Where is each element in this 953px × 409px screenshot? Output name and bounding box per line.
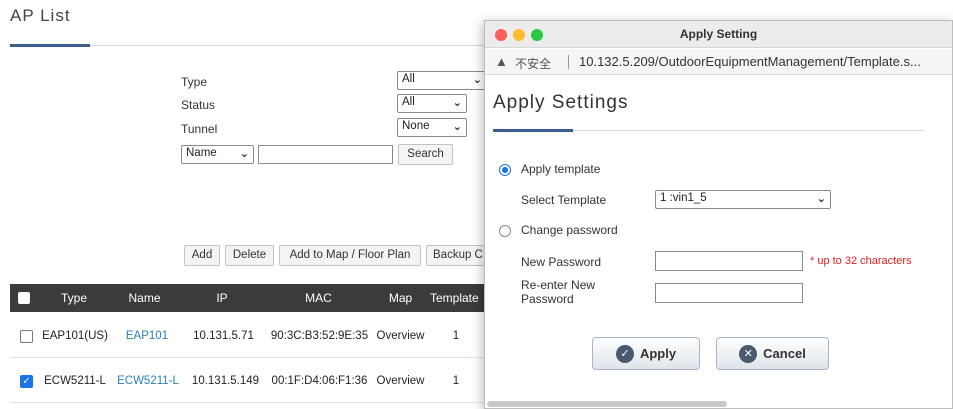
reenter-password-input[interactable] [655, 283, 803, 303]
apply-template-label: Apply template [521, 162, 601, 176]
search-button[interactable]: Search [398, 144, 453, 165]
tunnel-filter-select[interactable]: None ⌄ [397, 118, 467, 137]
row-mac: 90:3C:B3:52:9E:35 [270, 330, 369, 342]
row-checkbox[interactable] [20, 330, 33, 343]
row-template: 1 [452, 330, 460, 342]
row-name-link[interactable]: EAP101 [112, 314, 182, 358]
table-row[interactable]: EAP101(US) EAP101 10.131.5.71 90:3C:B3:5… [10, 314, 490, 358]
add-button[interactable]: Add [184, 245, 220, 266]
type-filter-value: All [402, 73, 415, 85]
new-password-label: New Password [521, 255, 602, 269]
row-name-link[interactable]: ECW5211-L [112, 359, 184, 403]
change-password-radio[interactable] [499, 225, 511, 237]
delete-button[interactable]: Delete [225, 245, 274, 266]
row-map: Overview [376, 375, 425, 387]
column-header-name[interactable]: Name [112, 284, 177, 312]
column-header-ip[interactable]: IP [182, 284, 262, 312]
address-bar[interactable]: ▲ 不安全 10.132.5.209/OutdoorEquipmentManag… [485, 49, 952, 75]
row-checkbox-checked[interactable]: ✓ [20, 375, 33, 388]
row-type: EAP101(US) [42, 330, 108, 342]
url-text: 10.132.5.209/OutdoorEquipmentManagement/… [579, 54, 921, 69]
apply-setting-window: Apply Setting ▲ 不安全 10.132.5.209/Outdoor… [484, 20, 953, 409]
backup-button[interactable]: Backup C [426, 245, 488, 266]
address-separator [568, 55, 569, 69]
select-template-label: Select Template [521, 193, 607, 207]
window-titlebar[interactable]: Apply Setting [485, 21, 952, 48]
column-header-type[interactable]: Type [40, 284, 108, 312]
warning-triangle-icon: ▲ [495, 54, 508, 69]
column-header-map[interactable]: Map [373, 284, 428, 312]
ap-table-header: Type Name IP MAC Map Template [10, 284, 490, 312]
dialog-heading: Apply Settings [493, 92, 629, 113]
search-input[interactable] [258, 145, 393, 164]
tunnel-filter-value: None [402, 120, 430, 132]
tunnel-filter-label: Tunnel [181, 122, 218, 136]
heading-divider [573, 130, 925, 131]
apply-button-label: Apply [639, 346, 677, 361]
password-length-hint: * up to 32 characters [810, 255, 912, 267]
search-field-select[interactable]: Name ⌄ [181, 145, 254, 164]
row-type: ECW5211-L [44, 375, 106, 387]
row-mac: 00:1F:D4:06:F1:36 [271, 375, 368, 387]
change-password-label: Change password [521, 223, 618, 237]
status-filter-select[interactable]: All ⌄ [397, 94, 467, 113]
chevron-down-icon: ⌄ [452, 97, 462, 109]
select-all-checkbox[interactable] [18, 292, 30, 304]
reenter-password-label: Re-enter New Password [521, 278, 596, 306]
cancel-button[interactable]: ✕ Cancel [716, 337, 829, 370]
cancel-button-label: Cancel [763, 346, 806, 361]
chevron-down-icon: ⌄ [239, 148, 249, 160]
column-header-template[interactable]: Template [430, 284, 490, 312]
chevron-down-icon: ⌄ [816, 193, 826, 205]
status-filter-label: Status [181, 98, 216, 112]
select-template-dropdown[interactable]: 1 :vin1_5 ⌄ [655, 190, 831, 209]
horizontal-scrollbar[interactable] [487, 401, 727, 407]
row-template: 1 [452, 375, 460, 387]
heading-underline [493, 129, 573, 132]
table-row[interactable]: ✓ ECW5211-L ECW5211-L 10.131.5.149 00:1F… [10, 359, 490, 403]
chevron-down-icon: ⌄ [452, 121, 462, 133]
column-header-mac[interactable]: MAC [266, 284, 371, 312]
check-circle-icon: ✓ [615, 344, 634, 363]
add-to-map-button[interactable]: Add to Map / Floor Plan [279, 245, 421, 266]
type-filter-label: Type [181, 75, 208, 89]
apply-button[interactable]: ✓ Apply [592, 337, 700, 370]
search-field-value: Name [186, 147, 217, 159]
insecure-label: 不安全 [515, 57, 552, 71]
row-ip: 10.131.5.71 [193, 330, 254, 342]
title-divider [90, 45, 490, 46]
new-password-input[interactable] [655, 251, 803, 271]
type-filter-select[interactable]: All ⌄ [397, 71, 487, 90]
window-title: Apply Setting [679, 27, 758, 41]
title-underline [10, 44, 90, 47]
apply-template-radio[interactable] [499, 164, 511, 176]
page-title: AP List [10, 6, 71, 25]
status-filter-value: All [402, 96, 415, 108]
chevron-down-icon: ⌄ [472, 74, 482, 86]
close-circle-icon: ✕ [739, 344, 758, 363]
row-map: Overview [376, 330, 425, 342]
select-template-value: 1 :vin1_5 [660, 192, 707, 204]
row-ip: 10.131.5.149 [191, 375, 260, 387]
